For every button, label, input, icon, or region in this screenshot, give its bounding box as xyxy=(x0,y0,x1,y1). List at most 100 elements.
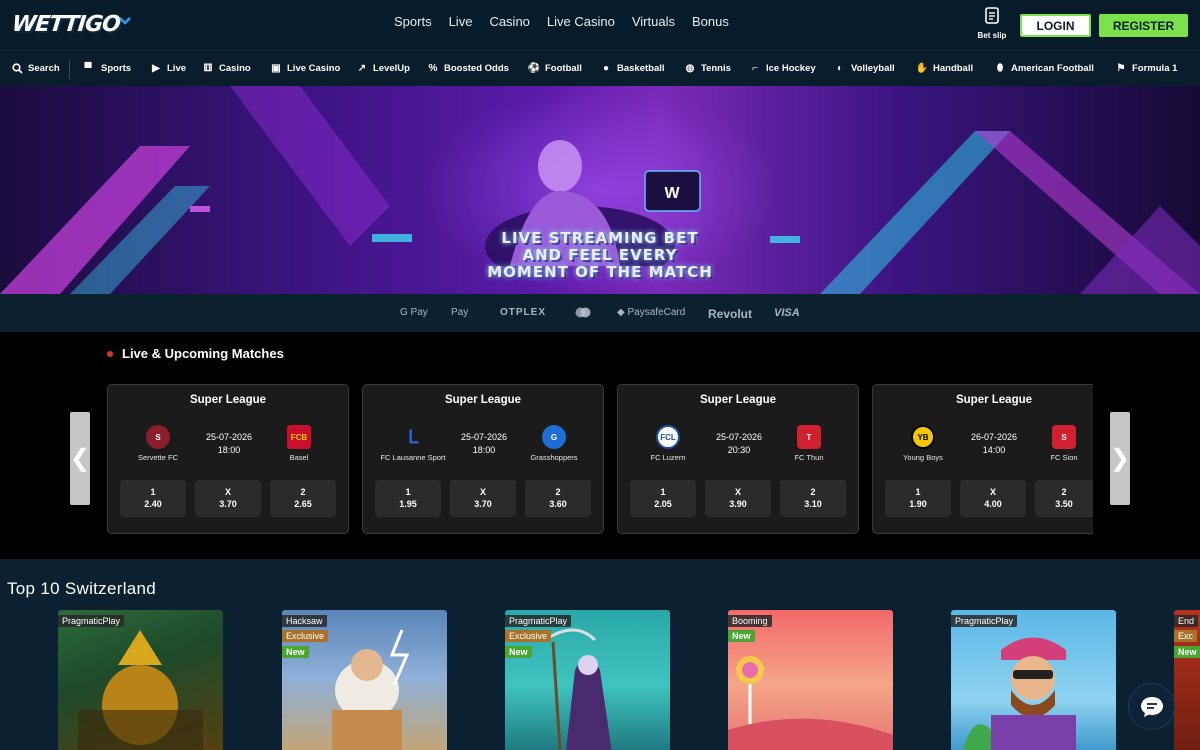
odds-away-button[interactable]: 2 3.60 xyxy=(525,480,591,517)
odds-draw-button[interactable]: X 3.70 xyxy=(450,480,516,517)
american-football-icon: ⬮ xyxy=(996,62,1004,74)
cat-tennis[interactable]: ◍ Tennis xyxy=(684,62,731,74)
cat-label: Live Casino xyxy=(287,62,341,74)
odds-home-button[interactable]: 1 1.95 xyxy=(375,480,441,517)
cat-live[interactable]: ▶ Live xyxy=(150,62,186,74)
promo-banner[interactable]: W LIVE STREAMING BET AND FEEL EVERY MOME… xyxy=(0,86,1200,294)
new-tag: New xyxy=(728,630,755,642)
betslip-icon xyxy=(985,7,999,24)
dice-icon: ⚅ xyxy=(203,62,213,74)
bet-slip-button[interactable]: Bet slip xyxy=(972,7,1012,40)
cat-label: Formula 1 xyxy=(1132,62,1178,74)
cat-levelup[interactable]: ↗ LevelUp xyxy=(356,62,410,74)
odds-home-button[interactable]: 1 2.40 xyxy=(120,480,186,517)
chevron-right-icon: ❯ xyxy=(1109,445,1131,472)
nav-virtuals[interactable]: Virtuals xyxy=(632,14,675,29)
cat-ice-hockey[interactable]: ⌐ Ice Hockey xyxy=(749,62,816,74)
cat-casino[interactable]: ⚅ Casino xyxy=(202,62,251,74)
nav-live[interactable]: Live xyxy=(449,14,473,29)
league-name: Super League xyxy=(955,394,1033,406)
chevron-left-icon: ❮ xyxy=(69,445,91,472)
odds-value: 3.90 xyxy=(729,499,747,509)
match-card[interactable]: Super League YB Young Boys 26-07-2026 14… xyxy=(872,384,1093,534)
cat-label: Football xyxy=(545,62,582,74)
cat-sports[interactable]: ▀ Sports xyxy=(80,62,131,74)
section-title: Live & Upcoming Matches xyxy=(107,346,284,361)
cat-handball[interactable]: ✋ Handball xyxy=(916,62,973,74)
odds-key: 1 xyxy=(150,487,156,497)
odds-value: 1.95 xyxy=(399,499,417,509)
cat-label: Volleyball xyxy=(851,62,895,74)
odds-key: 2 xyxy=(1061,487,1067,497)
away-team: G Grasshoppers xyxy=(509,425,599,462)
odds-draw-button[interactable]: X 4.00 xyxy=(960,480,1026,517)
match-card[interactable]: Super League ꓡ FC Lausanne Sport 25-07-2… xyxy=(362,384,604,534)
register-button[interactable]: REGISTER xyxy=(1099,14,1188,37)
football-icon: ⚽ xyxy=(527,62,541,74)
provider-tag: PragmaticPlay xyxy=(505,615,572,627)
cat-american-football[interactable]: ⬮ American Football xyxy=(994,62,1094,74)
cat-boosted-odds[interactable]: % Boosted Odds xyxy=(427,62,509,74)
odds-value: 2.65 xyxy=(294,499,312,509)
cat-live-casino[interactable]: ▣ Live Casino xyxy=(270,62,340,74)
mastercard-icon xyxy=(575,307,591,318)
matches-title: Live & Upcoming Matches xyxy=(122,346,284,361)
league-name: Super League xyxy=(444,394,522,406)
cat-formula-1[interactable]: ⚑ Formula 1 xyxy=(1115,62,1178,74)
cat-label: American Football xyxy=(1011,62,1094,74)
odds-value: 1.90 xyxy=(909,499,927,509)
team-name: FC Thun xyxy=(794,453,824,462)
odds-value: 3.10 xyxy=(804,499,822,509)
live-dot-icon xyxy=(107,350,113,357)
payment-methods: G Pay Pay OTPLEX ◆ PaysafeCard Revolut V… xyxy=(0,294,1200,332)
team-name: Grasshoppers xyxy=(530,453,578,462)
applepay-logo: Pay xyxy=(451,307,468,318)
nav-live-casino[interactable]: Live Casino xyxy=(547,14,615,29)
game-tile[interactable]: PragmaticPlay xyxy=(58,610,223,750)
odds-value: 3.70 xyxy=(474,499,492,509)
exclusive-tag: Exclusive xyxy=(505,630,552,642)
game-tile[interactable]: PragmaticPlay xyxy=(951,610,1116,750)
odds-draw-button[interactable]: X 3.70 xyxy=(195,480,261,517)
game-tile[interactable]: End Exc New xyxy=(1174,610,1200,750)
odds-away-button[interactable]: 2 3.10 xyxy=(780,480,846,517)
cat-football[interactable]: ⚽ Football xyxy=(528,62,582,74)
game-tile[interactable]: Booming New xyxy=(728,610,893,750)
chat-button[interactable] xyxy=(1128,683,1175,730)
match-card[interactable]: Super League S Servette FC 25-07-2026 18… xyxy=(107,384,349,534)
nav-casino[interactable]: Casino xyxy=(489,14,529,29)
otplex-logo: OTPLEX xyxy=(500,307,547,318)
handball-icon: ✋ xyxy=(915,62,929,74)
odds-away-button[interactable]: 2 2.65 xyxy=(270,480,336,517)
cat-label: Tennis xyxy=(701,62,731,74)
game-tile[interactable]: PragmaticPlay Exclusive New xyxy=(505,610,670,750)
league-name: Super League xyxy=(189,394,267,406)
odds-home-button[interactable]: 1 1.90 xyxy=(885,480,951,517)
odds-draw-button[interactable]: X 3.90 xyxy=(705,480,771,517)
matches-section: Live & Upcoming Matches ❮ ❯ Super League… xyxy=(0,332,1200,559)
game-tile[interactable]: Hacksaw Exclusive New xyxy=(282,610,447,750)
odds-value: 4.00 xyxy=(984,499,1002,509)
odds-value: 3.50 xyxy=(1055,499,1073,509)
site-logo[interactable]: WETTIGO xyxy=(11,8,121,40)
carousel-prev-button[interactable]: ❮ xyxy=(70,412,90,505)
match-card[interactable]: Super League FCL FC Luzern 25-07-2026 20… xyxy=(617,384,859,534)
chevron-down-icon[interactable] xyxy=(118,14,132,28)
odds-away-button[interactable]: 2 3.50 xyxy=(1035,480,1093,517)
exclusive-tag: Exc xyxy=(1174,630,1198,642)
nav-sports[interactable]: Sports xyxy=(394,14,432,29)
cat-volleyball[interactable]: ◐ Volleyball xyxy=(834,62,895,74)
provider-tag: Hacksaw xyxy=(282,615,327,627)
odds-key: X xyxy=(479,487,486,497)
section-title: Top 10 Switzerland xyxy=(7,579,157,598)
nav-bonus[interactable]: Bonus xyxy=(692,14,729,29)
odds-key: 2 xyxy=(555,487,561,497)
cat-basketball[interactable]: ● Basketball xyxy=(600,62,665,74)
login-button[interactable]: LOGIN xyxy=(1020,14,1091,37)
stadium-icon: ▀ xyxy=(84,62,92,74)
cat-search[interactable]: Search xyxy=(11,62,60,74)
chat-bubble-icon xyxy=(1140,696,1163,717)
team-name: FC Sion xyxy=(1050,453,1078,462)
odds-home-button[interactable]: 1 2.05 xyxy=(630,480,696,517)
carousel-next-button[interactable]: ❯ xyxy=(1110,412,1130,505)
